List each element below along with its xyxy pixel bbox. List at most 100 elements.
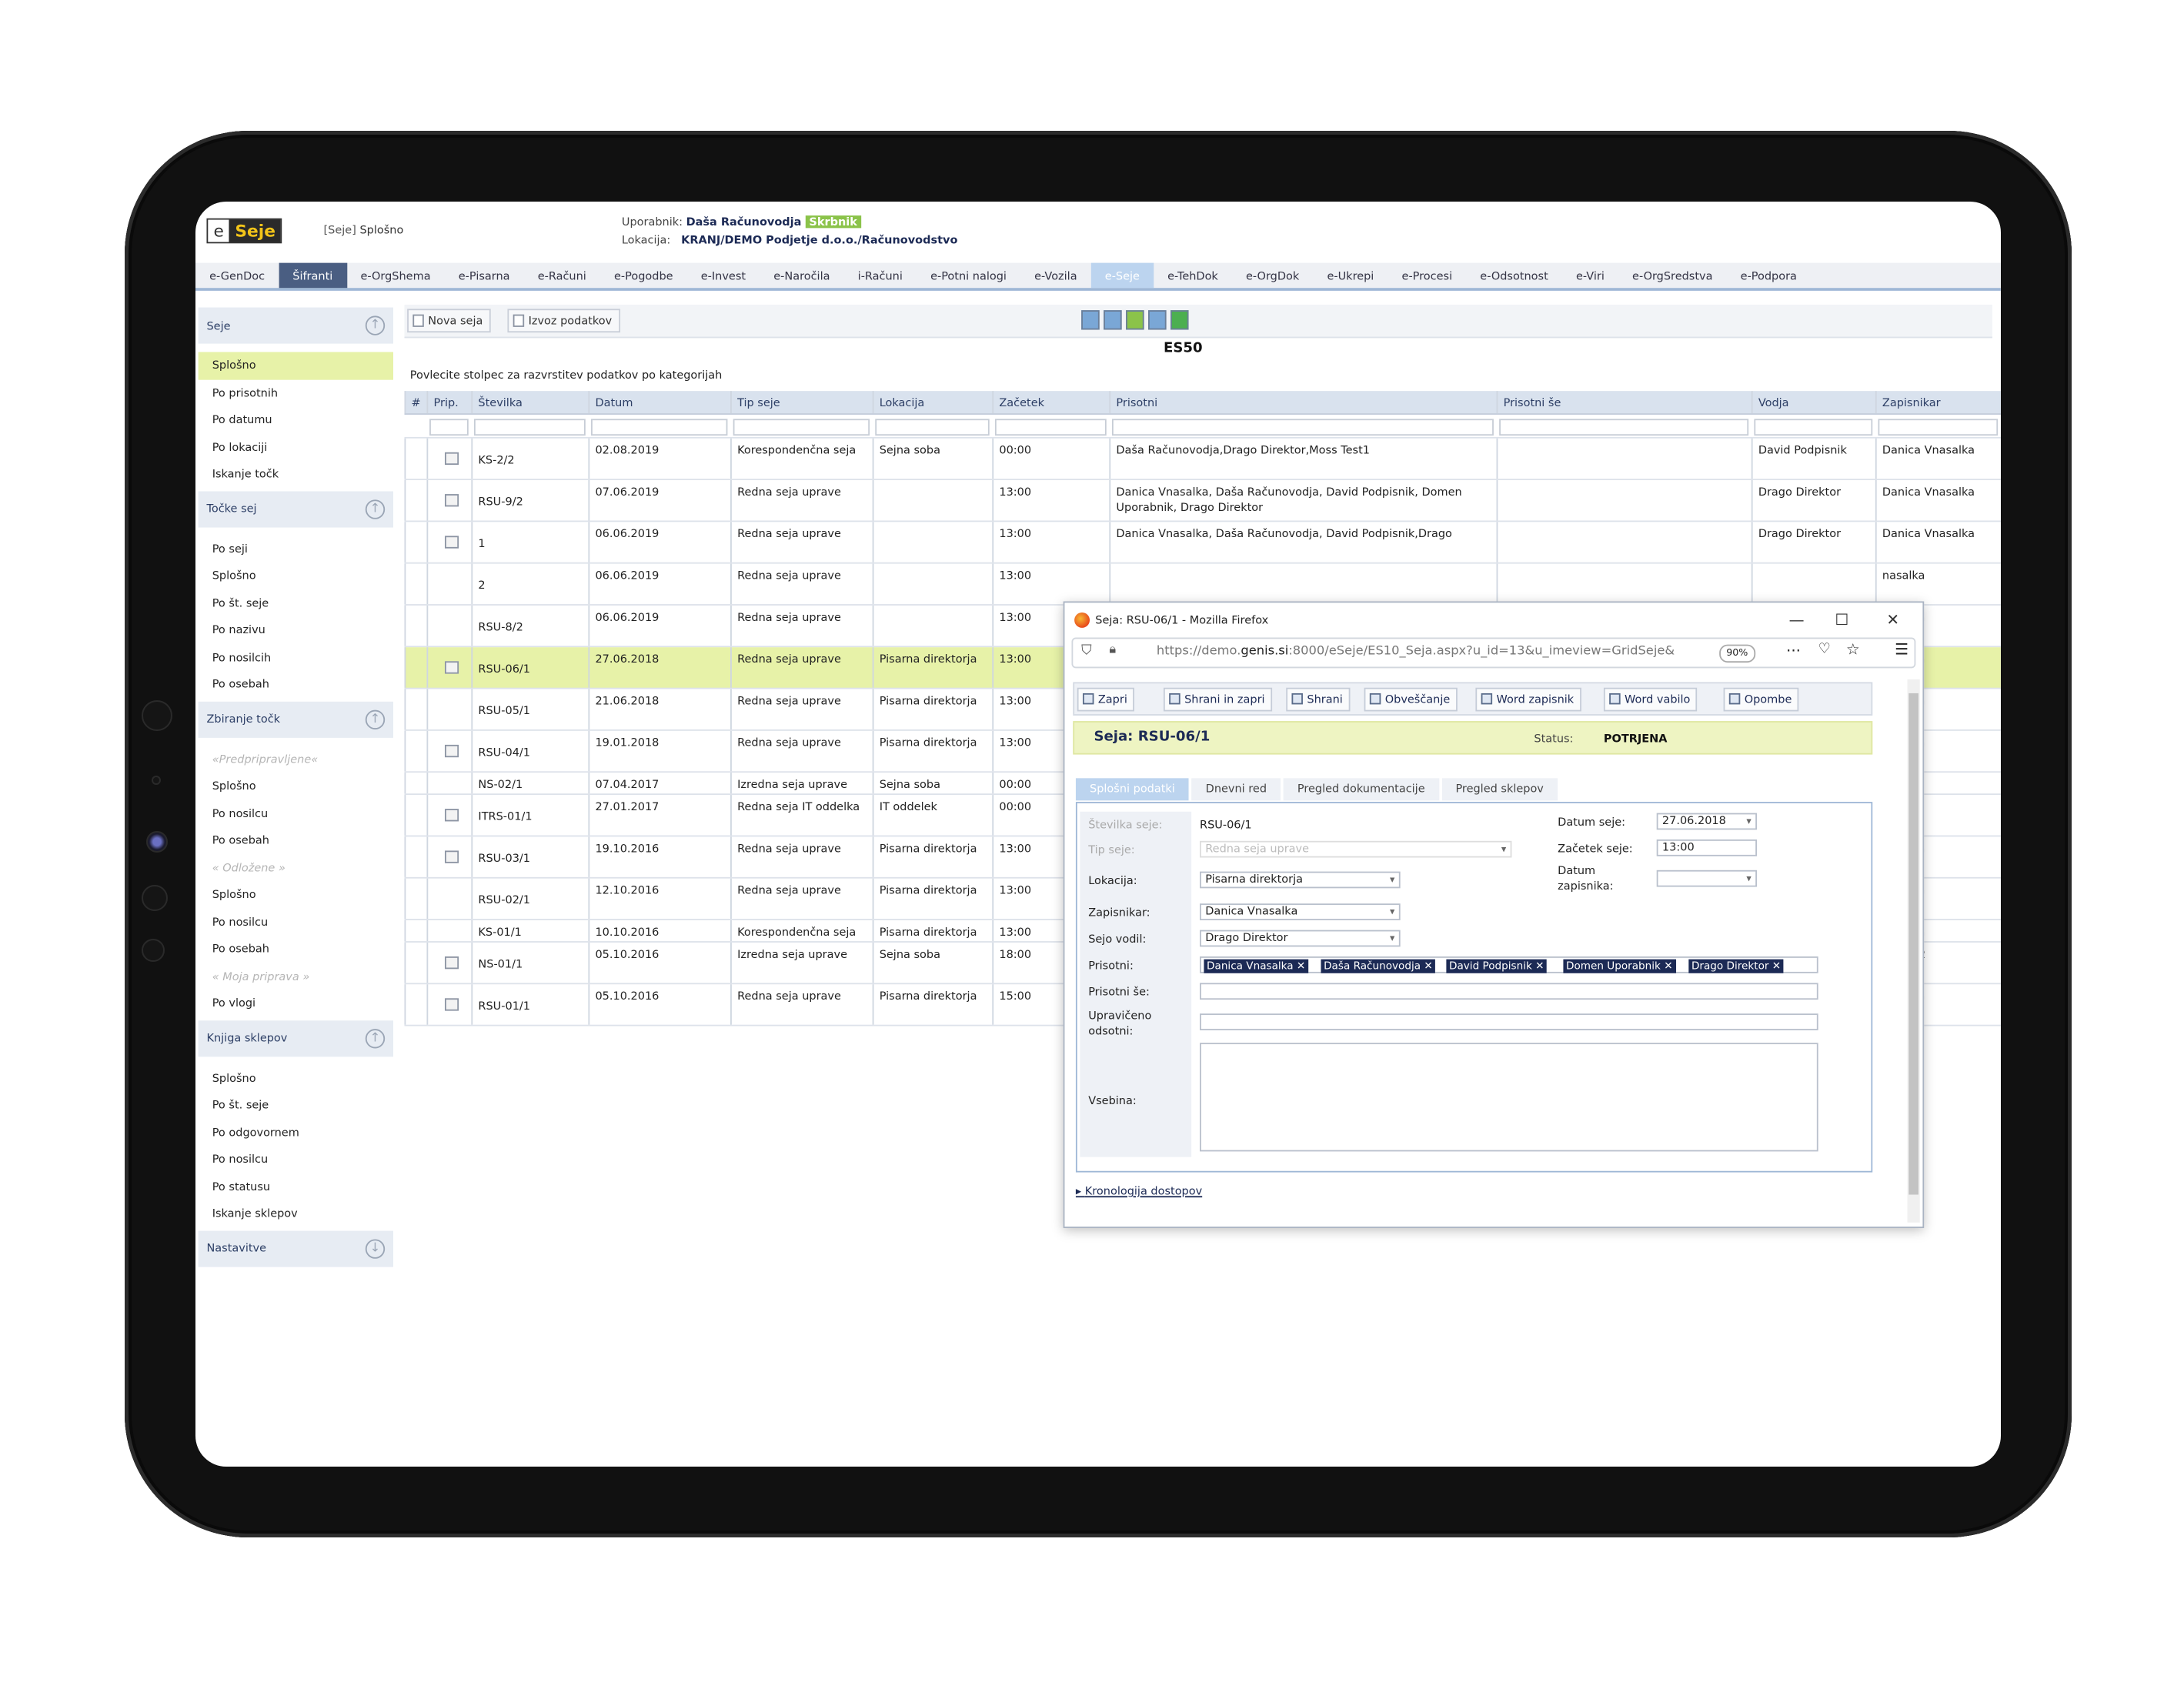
word-vabilo-button[interactable]: Word vabilo — [1603, 687, 1698, 712]
add-icon[interactable] — [1081, 310, 1100, 330]
nav-tab-sifranti[interactable]: Šifranti — [279, 262, 347, 289]
column-header-prip[interactable]: Prip. — [426, 391, 471, 414]
close-icon[interactable]: ✕ — [1886, 602, 1899, 637]
popup-scrollbar[interactable] — [1907, 679, 1920, 1223]
start-input[interactable]: 13:00 — [1656, 839, 1758, 856]
sidebar-section-tocke-sej[interactable]: Točke sej ↑ — [198, 490, 394, 527]
sidebar-item-splosno[interactable]: Splošno — [199, 562, 393, 589]
sidebar-item-po-osebah[interactable]: Po osebah — [199, 936, 393, 963]
attachment-icon[interactable] — [444, 661, 459, 674]
opombe-button[interactable]: Opombe — [1723, 687, 1799, 712]
attachment-icon[interactable] — [444, 452, 459, 466]
obvescanje-button[interactable]: Obveščanje — [1364, 687, 1458, 712]
attendee-tag[interactable]: Daša Računovodja ✕ — [1321, 959, 1436, 973]
nav-tab-i-racuni[interactable]: i-Računi — [844, 263, 917, 289]
sidebar-item-po-seji[interactable]: Po seji — [199, 535, 393, 562]
sidebar-item-po-nazivu[interactable]: Po nazivu — [199, 616, 393, 643]
word-zapisnik-button[interactable]: Word zapisnik — [1475, 687, 1581, 712]
export-button[interactable]: Izvoz podatkov — [507, 309, 621, 333]
scroll-thumb[interactable] — [1908, 693, 1919, 1195]
nav-tab-e-gendoc[interactable]: e-GenDoc — [195, 263, 279, 289]
nav-tab-e-orgsredstva[interactable]: e-OrgSredstva — [1618, 263, 1727, 289]
url-bar[interactable]: ⛉ 🔒︎ https://demo.genis.si:8000/eSeje/ES… — [1071, 637, 1916, 669]
tab-pregled-sklepov[interactable]: Pregled sklepov — [1441, 778, 1558, 801]
attachment-icon[interactable] — [444, 809, 459, 822]
recorder-select[interactable]: Danica Vnasalka ▾ — [1200, 903, 1401, 920]
sidebar-item-po-osebah[interactable]: Po osebah — [199, 827, 393, 854]
tab-pregled-dokumentacije[interactable]: Pregled dokumentacije — [1283, 778, 1439, 801]
remove-icon[interactable]: ✕ — [1532, 960, 1544, 972]
nav-tab-e-seje[interactable]: e-Seje — [1090, 262, 1154, 289]
delete-icon[interactable] — [1104, 310, 1122, 330]
access-history-link[interactable]: ▸ Kronologija dostopov — [1076, 1185, 1202, 1197]
nav-tab-e-narocila[interactable]: e-Naročila — [760, 263, 843, 289]
sidebar-item-po-vlogi[interactable]: Po vlogi — [199, 990, 393, 1016]
more-icon[interactable]: ··· — [1786, 642, 1801, 660]
sidebar-item-splosno[interactable]: Splošno — [199, 1064, 393, 1091]
filter-input[interactable] — [474, 419, 586, 436]
sidebar-item-odlozene[interactable]: « Odložene » — [199, 854, 393, 881]
table-row[interactable]: 2 06.06.2019 Redna seja uprave 13:00 nasalka — [404, 563, 2001, 606]
maximize-icon[interactable]: ☐ — [1835, 602, 1848, 637]
column-header-lokacija[interactable]: Lokacija — [872, 391, 993, 414]
nav-tab-e-odsotnost[interactable]: e-Odsotnost — [1466, 263, 1562, 289]
attendee-tag[interactable]: Danica Vnasalka ✕ — [1204, 959, 1308, 973]
nav-tab-e-pisarna[interactable]: e-Pisarna — [445, 263, 524, 289]
arrow-down-circle-icon[interactable]: ↓ — [365, 1238, 386, 1258]
remove-icon[interactable]: ✕ — [1768, 960, 1781, 972]
other-attendees-input[interactable] — [1200, 983, 1818, 1000]
arrow-up-circle-icon[interactable]: ↑ — [365, 315, 386, 335]
sidebar-item-po-st-seje[interactable]: Po št. seje — [199, 1092, 393, 1119]
location-select[interactable]: Pisarna direktorja ▾ — [1200, 871, 1401, 889]
refresh-icon[interactable] — [1170, 310, 1189, 330]
nav-tab-e-orgdok[interactable]: e-OrgDok — [1232, 263, 1313, 289]
filter-input[interactable] — [1499, 419, 1749, 436]
star-icon[interactable]: ☆ — [1846, 640, 1860, 659]
column-header-index[interactable]: # — [404, 391, 427, 414]
sidebar-item-po-lokaciji[interactable]: Po lokaciji — [199, 433, 393, 460]
arrow-up-circle-icon[interactable]: ↑ — [365, 709, 386, 729]
excel-icon[interactable] — [1126, 310, 1144, 330]
arrow-up-circle-icon[interactable]: ↑ — [365, 499, 386, 519]
sidebar-item-po-nosilcu[interactable]: Po nosilcu — [199, 799, 393, 826]
sidebar-item-predpripravljene[interactable]: «Predpripravljene« — [199, 746, 393, 773]
nav-tab-e-pogodbe[interactable]: e-Pogodbe — [600, 263, 687, 289]
column-header-vodja[interactable]: Vodja — [1751, 391, 1875, 414]
content-textarea[interactable] — [1200, 1043, 1818, 1152]
column-header-tip-seje[interactable]: Tip seje — [730, 391, 873, 414]
filter-input[interactable] — [1754, 419, 1873, 436]
nav-tab-e-viri[interactable]: e-Viri — [1562, 263, 1618, 289]
minutes-date-picker[interactable]: ▾ — [1656, 870, 1758, 887]
shrani-button[interactable]: Shrani — [1286, 687, 1350, 712]
date-picker[interactable]: 27.06.2018 ▾ — [1656, 813, 1758, 830]
nav-tab-e-procesi[interactable]: e-Procesi — [1388, 263, 1466, 289]
filter-input[interactable] — [1111, 419, 1494, 436]
sidebar-item-po-nosilcih[interactable]: Po nosilcih — [199, 644, 393, 671]
attendee-tag[interactable]: Domen Uporabnik ✕ — [1563, 959, 1676, 973]
nav-tab-e-invest[interactable]: e-Invest — [687, 263, 760, 289]
excused-input[interactable] — [1200, 1013, 1818, 1030]
table-row[interactable]: KS-2/2 02.08.2019 Korespondenčna seja Sejna… — [404, 438, 2001, 480]
sidebar-item-po-statusu[interactable]: Po statusu — [199, 1173, 393, 1200]
column-header-datum[interactable]: Datum — [588, 391, 730, 414]
nav-tab-e-orgshema[interactable]: e-OrgShema — [346, 263, 444, 289]
column-header-stevilka[interactable]: Številka — [471, 391, 588, 414]
attachment-icon[interactable] — [444, 494, 459, 507]
zapri-button[interactable]: Zapri — [1077, 687, 1134, 712]
filter-input[interactable] — [733, 419, 870, 436]
new-session-button[interactable]: Nova seja — [407, 309, 492, 333]
filter-input[interactable] — [994, 419, 1107, 436]
arrow-up-circle-icon[interactable]: ↑ — [365, 1028, 386, 1048]
minimize-icon[interactable]: — — [1789, 602, 1805, 637]
column-header-zacetek[interactable]: Začetek — [992, 391, 1109, 414]
remove-icon[interactable]: ✕ — [1421, 960, 1432, 972]
pocket-icon[interactable]: ♡ — [1818, 642, 1831, 657]
sidebar-item-splosno[interactable]: Splošno — [198, 352, 394, 379]
chair-select[interactable]: Drago Direktor ▾ — [1200, 930, 1401, 947]
nav-tab-e-ukrepi[interactable]: e-Ukrepi — [1313, 263, 1388, 289]
tab-splosni-podatki[interactable]: Splošni podatki — [1075, 778, 1189, 801]
attendee-tag[interactable]: Drago Direktor ✕ — [1688, 959, 1784, 973]
filter-input[interactable] — [875, 419, 990, 436]
tab-dnevni-red[interactable]: Dnevni red — [1191, 778, 1281, 801]
column-header-zapisnikar[interactable]: Zapisnikar — [1875, 391, 2001, 414]
